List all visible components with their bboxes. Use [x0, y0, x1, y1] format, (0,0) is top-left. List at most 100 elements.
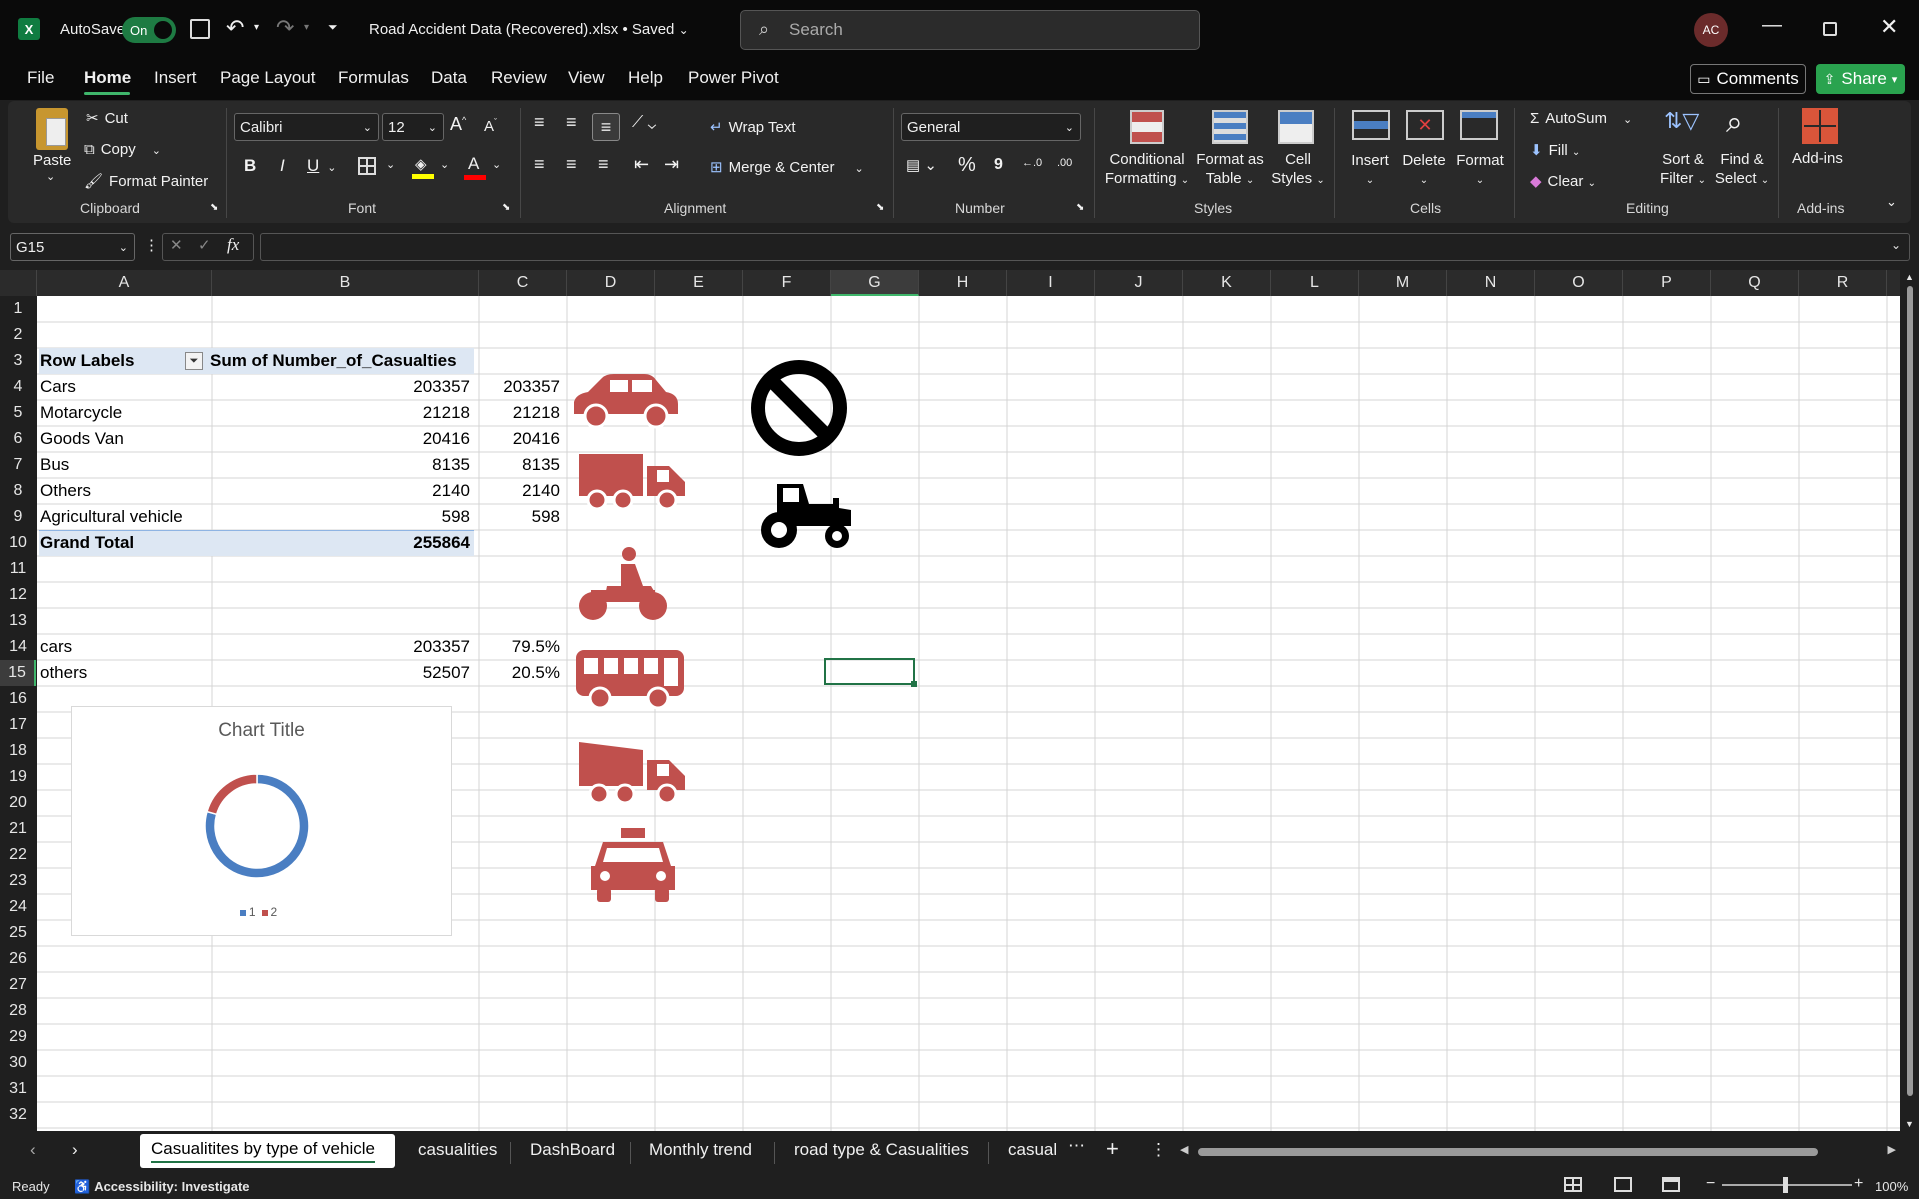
row-header-29[interactable]: 29	[0, 1024, 36, 1050]
addins-button[interactable]: Add-ins	[1792, 150, 1843, 167]
align-top-icon[interactable]: ≡	[534, 112, 545, 133]
font-launcher-icon[interactable]: ⬊	[502, 202, 510, 213]
copy-button[interactable]: ⧉ Copy ⌄	[84, 141, 161, 158]
delete-cells-icon[interactable]: ✕	[1406, 110, 1444, 140]
insert-function-button[interactable]: fx	[227, 235, 239, 255]
zoom-in-icon[interactable]: +	[1854, 1175, 1863, 1193]
row-header-22[interactable]: 22	[0, 842, 36, 868]
decrease-decimal-icon[interactable]: .00	[1057, 157, 1072, 169]
column-c-value[interactable]: 203357	[477, 374, 560, 400]
pivot-row-label[interactable]: Cars	[40, 374, 76, 400]
selected-cell[interactable]	[824, 658, 917, 687]
more-sheets-icon[interactable]: ⋯	[1068, 1136, 1085, 1156]
font-color-dropdown-icon[interactable]: ⌄	[492, 158, 501, 171]
column-c-value[interactable]: 8135	[477, 452, 560, 478]
donut-chart[interactable]	[197, 766, 317, 886]
next-sheet-icon[interactable]: ›	[72, 1140, 78, 1160]
pivot-header-sum[interactable]: Sum of Number_of_Casualties	[210, 348, 457, 374]
increase-decimal-icon[interactable]: ←.0	[1022, 157, 1042, 169]
sheet-tab-casualities-by-type[interactable]: Casualitites by type of vehicle	[151, 1139, 375, 1163]
column-header-m[interactable]: M	[1359, 270, 1447, 296]
italic-button[interactable]: I	[280, 156, 285, 176]
row-header-26[interactable]: 26	[0, 946, 36, 972]
grand-total-label[interactable]: Grand Total	[40, 530, 134, 556]
sort-filter-icon[interactable]: ⇅▽	[1664, 108, 1699, 134]
add-sheet-icon[interactable]: +	[1106, 1136, 1119, 1162]
pivot-row-value[interactable]: 20416	[210, 426, 470, 452]
bold-button[interactable]: B	[244, 156, 256, 176]
conditional-formatting-button[interactable]: Conditional Formatting ⌄	[1102, 150, 1192, 190]
find-select-button[interactable]: Find & Select ⌄	[1714, 150, 1770, 190]
align-left-icon[interactable]: ≡	[534, 154, 545, 175]
pivot-row-value[interactable]: 2140	[210, 478, 470, 504]
no-entry-icon[interactable]	[750, 359, 848, 457]
row-header-21[interactable]: 21	[0, 816, 36, 842]
row-header-13[interactable]: 13	[0, 608, 36, 634]
accounting-format-icon[interactable]: ▤ ⌄	[906, 156, 937, 174]
format-as-table-icon[interactable]	[1212, 110, 1248, 144]
row-header-8[interactable]: 8	[0, 478, 36, 504]
menu-insert[interactable]: Insert	[154, 68, 197, 88]
pivot-row-label[interactable]: Bus	[40, 452, 69, 478]
decrease-font-icon[interactable]: Aˇ	[484, 117, 497, 135]
column-c-value[interactable]: 20416	[477, 426, 560, 452]
number-launcher-icon[interactable]: ⬊	[1076, 202, 1084, 213]
sheet-tab-dashboard[interactable]: DashBoard	[530, 1140, 615, 1160]
row-header-20[interactable]: 20	[0, 790, 36, 816]
column-header-b[interactable]: B	[212, 270, 479, 296]
pivot-row-value[interactable]: 21218	[210, 400, 470, 426]
column-header-l[interactable]: L	[1271, 270, 1359, 296]
ribbon-collapse-icon[interactable]: ⌄	[1886, 194, 1897, 210]
sheet-options-icon[interactable]: ⋮	[1150, 1140, 1167, 1160]
clear-button[interactable]: ◆ Clear ⌄	[1530, 172, 1596, 190]
column-header-c[interactable]: C	[479, 270, 567, 296]
fill-color-dropdown-icon[interactable]: ⌄	[440, 158, 449, 171]
column-header-h[interactable]: H	[919, 270, 1007, 296]
clipboard-launcher-icon[interactable]: ⬊	[210, 202, 218, 213]
legend-entry-2[interactable]: 2	[261, 905, 277, 919]
font-size-select[interactable]: 12 ⌄	[382, 113, 444, 141]
increase-indent-icon[interactable]: ⇥	[664, 154, 679, 175]
confirm-entry-icon[interactable]: ✓	[198, 236, 211, 254]
row-header-27[interactable]: 27	[0, 972, 36, 998]
column-c-value[interactable]: 598	[477, 504, 560, 530]
pivot-row-value[interactable]: 598	[210, 504, 470, 530]
format-cells-icon[interactable]	[1460, 110, 1498, 140]
addins-icon[interactable]	[1802, 108, 1838, 144]
sheet-tab-road-type[interactable]: road type & Casualities	[794, 1140, 969, 1160]
row-header-14[interactable]: 14	[0, 634, 36, 660]
row-header-12[interactable]: 12	[0, 582, 36, 608]
comments-button[interactable]: ▭ Comments	[1690, 64, 1806, 94]
legend-entry-1[interactable]: 1	[239, 905, 256, 919]
font-color-icon[interactable]: A	[464, 154, 486, 180]
taxi-icon[interactable]	[589, 826, 677, 904]
column-header-q[interactable]: Q	[1711, 270, 1799, 296]
undo-icon[interactable]: ↶	[226, 15, 244, 41]
row-header-4[interactable]: 4	[0, 374, 36, 400]
fill-color-icon[interactable]: ◈	[412, 155, 434, 179]
row-header-10[interactable]: 10	[0, 530, 36, 556]
column-c-value[interactable]: 2140	[477, 478, 560, 504]
column-header-a[interactable]: A	[37, 270, 212, 296]
sheet-tab-casual[interactable]: casual	[1008, 1140, 1057, 1160]
cancel-entry-icon[interactable]: ✕	[170, 236, 183, 254]
name-box[interactable]: G15 ⌄	[10, 233, 135, 261]
pivot-row-value[interactable]: 203357	[210, 374, 470, 400]
autosave-toggle[interactable]: On	[122, 17, 176, 43]
align-middle-icon[interactable]: ≡	[566, 112, 577, 133]
row-header-23[interactable]: 23	[0, 868, 36, 894]
pivot-row-label[interactable]: Motarcycle	[40, 400, 122, 426]
borders-dropdown-icon[interactable]: ⌄	[386, 158, 395, 171]
fill-button[interactable]: ⬇ Fill ⌄	[1530, 141, 1580, 159]
menu-review[interactable]: Review	[491, 68, 547, 88]
format-as-table-button[interactable]: Format as Table ⌄	[1190, 150, 1270, 190]
autosum-button[interactable]: Σ AutoSum ⌄	[1530, 110, 1632, 127]
row-header-19[interactable]: 19	[0, 764, 36, 790]
row-header-3[interactable]: 3	[0, 348, 36, 374]
pivot-row-label[interactable]: Goods Van	[40, 426, 124, 452]
align-bottom-icon[interactable]: ≡	[592, 113, 620, 141]
column-header-i[interactable]: I	[1007, 270, 1095, 296]
column-header-r[interactable]: R	[1799, 270, 1887, 296]
summary-percent[interactable]: 20.5%	[477, 660, 560, 686]
percent-button[interactable]: %	[958, 154, 976, 177]
